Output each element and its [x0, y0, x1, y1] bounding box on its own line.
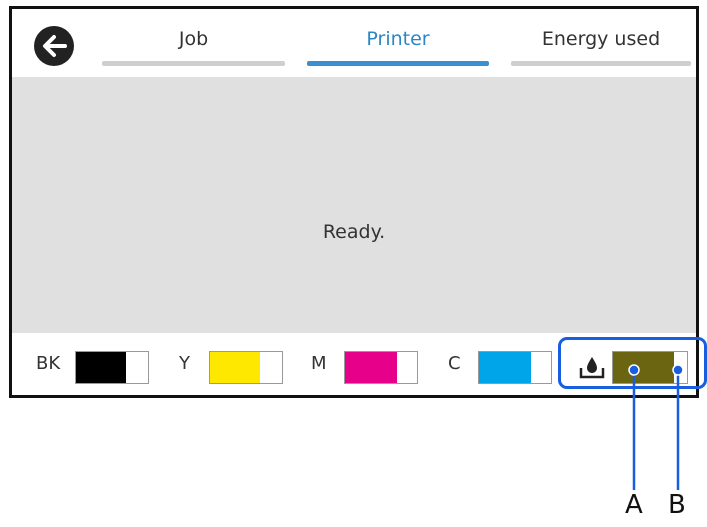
ink-fill-y	[210, 352, 261, 383]
ink-gauge-m	[344, 351, 418, 384]
tab-printer[interactable]: Printer	[307, 9, 489, 77]
tab-job-underline	[102, 61, 285, 66]
tab-energy-used-label: Energy used	[541, 28, 661, 50]
ink-gauge-bk	[75, 351, 149, 384]
tab-printer-underline	[307, 61, 489, 66]
ink-fill-bk	[76, 352, 127, 383]
back-button[interactable]	[34, 26, 74, 66]
callout-letter-b: B	[668, 490, 686, 520]
tab-energy-used[interactable]: Energy used	[511, 9, 691, 77]
callout-letter-a: A	[625, 490, 643, 520]
ink-label-y: Y	[179, 353, 190, 374]
tab-job[interactable]: Job	[102, 9, 285, 77]
tab-energy-used-underline	[511, 61, 691, 66]
status-message: Ready.	[322, 221, 386, 243]
tab-job-label: Job	[178, 28, 209, 50]
page: Job Printer Energy used Ready. BK Y M C …	[0, 0, 707, 527]
ink-label-c: C	[448, 353, 461, 374]
ink-label-bk: BK	[36, 353, 61, 374]
ink-gauge-y	[209, 351, 283, 384]
status-area: Ready.	[12, 77, 696, 333]
arrow-left-icon	[43, 35, 67, 57]
ink-fill-c	[479, 352, 531, 383]
maintenance-box-highlight	[558, 337, 707, 389]
ink-label-m: M	[311, 353, 327, 374]
ink-fill-m	[345, 352, 397, 383]
ink-gauge-c	[478, 351, 552, 384]
tab-bar: Job Printer Energy used	[12, 9, 696, 77]
tab-printer-label: Printer	[366, 28, 430, 50]
